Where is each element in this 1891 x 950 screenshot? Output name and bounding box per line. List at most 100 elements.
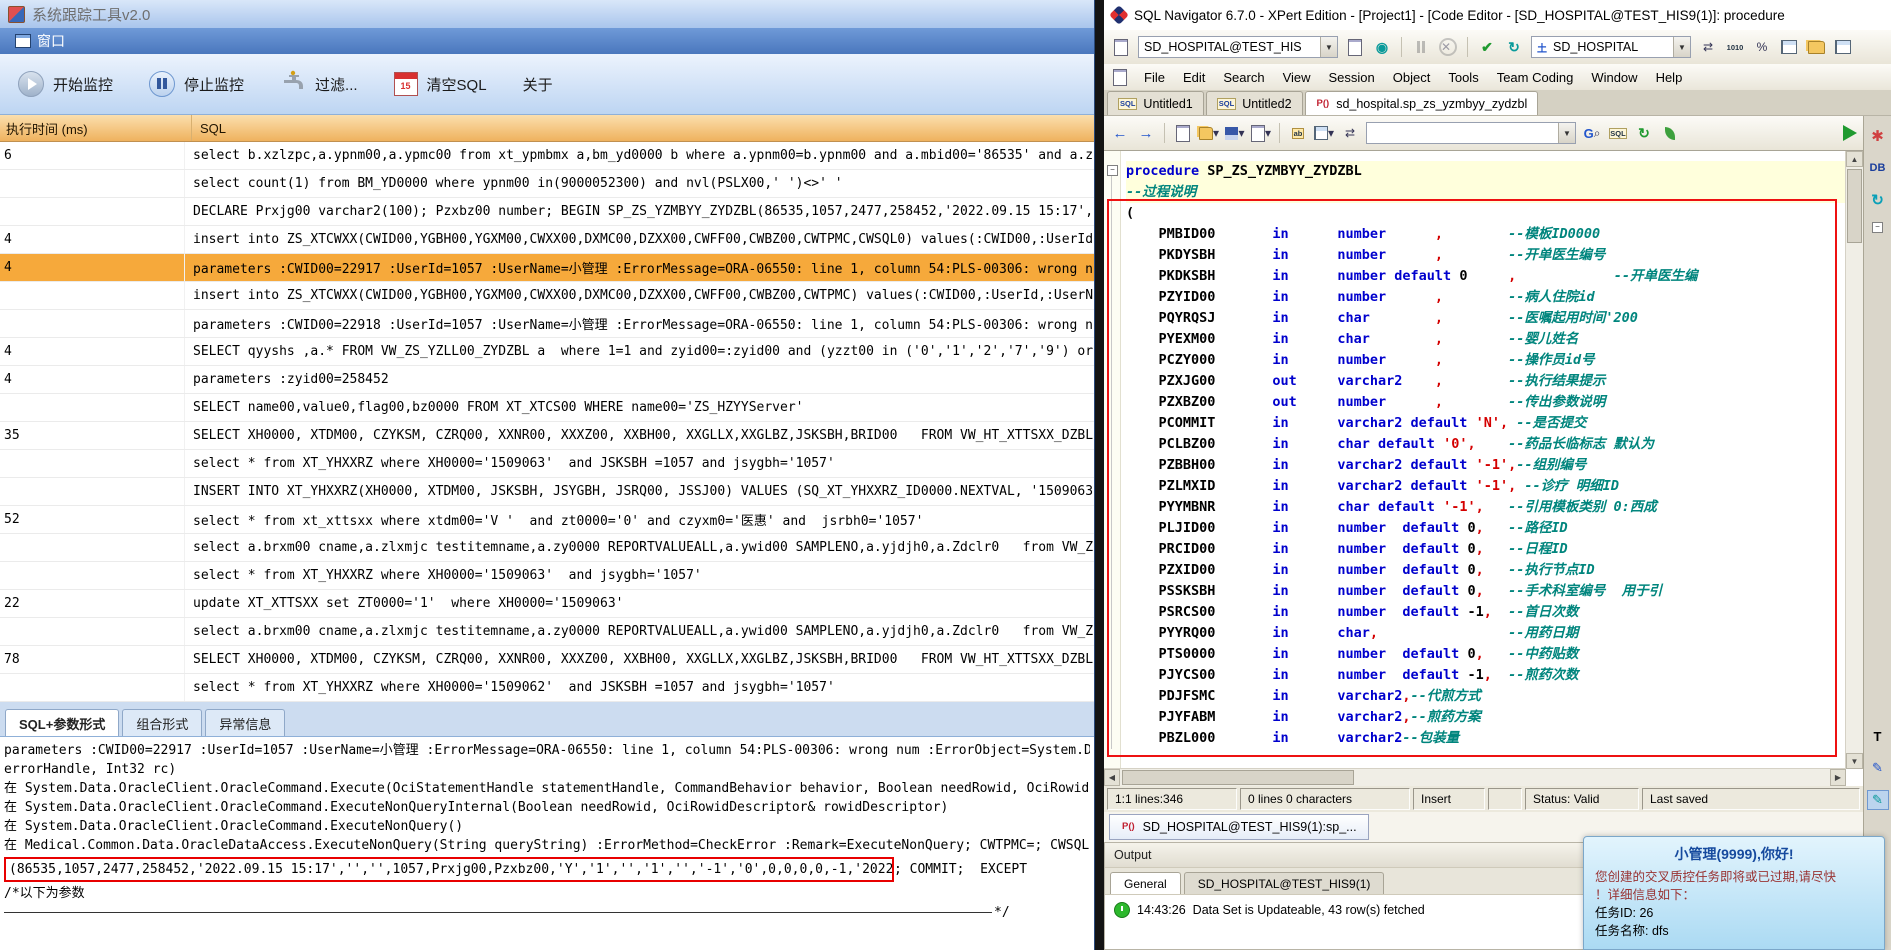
db-navigator-icon[interactable]: DB [1867, 158, 1889, 178]
menu-team-coding[interactable]: Team Coding [1488, 66, 1583, 89]
connection-combo[interactable]: SD_HOSPITAL@TEST_HIS ▼ [1138, 36, 1338, 58]
table-row[interactable]: DECLARE Prxjg00 varchar2(100); Pzxbz00 n… [0, 198, 1094, 226]
table-row[interactable]: 22 update XT_XTTSXX set ZT0000='1' where … [0, 590, 1094, 618]
bottom-tab[interactable]: SQL+参数形式 [5, 709, 120, 736]
code-lines[interactable]: procedure SP_ZS_YZMBYY_ZYDZBL --过程说明 ( PMB… [1121, 151, 1846, 769]
table-row[interactable]: insert into ZS_XTCWXX(CWID00,YGBH00,YGXM… [0, 282, 1094, 310]
menu-window[interactable]: Window [1582, 66, 1646, 89]
left-window-title: 系统跟踪工具v2.0 [32, 6, 151, 24]
fold-collapse-icon[interactable]: − [1107, 165, 1118, 176]
rollback-icon[interactable]: ↻ [1504, 37, 1524, 57]
refresh-green-icon[interactable]: ↻ [1634, 123, 1654, 143]
menu-session[interactable]: Session [1320, 66, 1384, 89]
table-row[interactable]: select count(1) from BM_YD0000 where ypn… [0, 170, 1094, 198]
table-grid-icon[interactable] [1779, 37, 1799, 57]
find-icon[interactable]: ab [1288, 123, 1308, 143]
clear-sql-button[interactable]: 清空SQL [393, 72, 487, 96]
output-tab[interactable]: SD_HOSPITAL@TEST_HIS9(1) [1183, 872, 1385, 894]
sql-scroll-icon[interactable]: SQL [1608, 123, 1628, 143]
share-doc-icon[interactable] [1345, 37, 1365, 57]
table-row[interactable]: 78 SELECT XH0000, XTDM00, CZYKSM, CZRQ00,… [0, 646, 1094, 674]
code-search-combo[interactable]: ▼ [1366, 122, 1576, 144]
menu-edit[interactable]: Edit [1174, 66, 1214, 89]
commit-icon[interactable]: ✔ [1477, 37, 1497, 57]
table-row[interactable]: select * from XT_YHXXRZ where XH0000='15… [0, 562, 1094, 590]
chevron-down-icon[interactable]: ▼ [1558, 123, 1575, 143]
globe-icon[interactable]: ◉ [1372, 37, 1392, 57]
scrollbar-thumb[interactable] [1122, 770, 1354, 785]
scroll-down-arrow[interactable]: ▼ [1846, 753, 1863, 769]
code-editor[interactable]: − procedure SP_ZS_YZMBYY_ZYDZBL --过程说明 ( P… [1104, 150, 1863, 786]
analyze-icon[interactable]: % [1752, 37, 1772, 57]
table-row[interactable]: 6 select b.xzlzpc,a.ypnm00,a.ypmc00 from … [0, 142, 1094, 170]
scroll-left-arrow[interactable]: ◀ [1104, 769, 1120, 786]
wizard-star-icon[interactable]: ✱ [1867, 126, 1889, 146]
collapse-strip-icon[interactable]: − [1872, 222, 1883, 233]
execute-icon[interactable] [1843, 125, 1857, 141]
menu-view[interactable]: View [1274, 66, 1320, 89]
stop-monitor-button[interactable]: 停止监控 [149, 71, 244, 97]
vertical-scrollbar[interactable]: ▲ ▼ [1845, 151, 1863, 769]
filter-button[interactable]: 过滤... [280, 70, 358, 98]
binary-grid-icon[interactable]: 1010 [1725, 37, 1745, 57]
open-file-icon[interactable]: ▾ [1199, 123, 1219, 143]
table-row[interactable]: 35 SELECT XH0000, XTDM00, CZYKSM, CZRQ00,… [0, 422, 1094, 450]
menu-file[interactable]: File [1135, 66, 1174, 89]
chevron-down-icon[interactable]: ▼ [1320, 37, 1337, 57]
session-task-tab[interactable]: P() SD_HOSPITAL@TEST_HIS9(1):sp_... [1109, 814, 1369, 840]
new-doc-icon[interactable] [1173, 123, 1193, 143]
leaf-icon[interactable] [1660, 123, 1680, 143]
about-button[interactable]: 关于 [523, 74, 553, 95]
table-row[interactable]: 4 SELECT qyyshs ,a.* FROM VW_ZS_YZLL00_ZY… [0, 338, 1094, 366]
chevron-down-icon[interactable]: ▼ [1673, 37, 1690, 57]
bottom-tab[interactable]: 组合形式 [122, 709, 203, 736]
scroll-up-arrow[interactable]: ▲ [1846, 151, 1863, 167]
menu-tools[interactable]: Tools [1439, 66, 1487, 89]
goto-definition-icon[interactable]: G ⌕ [1582, 123, 1602, 143]
menu-search[interactable]: Search [1214, 66, 1273, 89]
table-row[interactable]: 52 select * from xt_xttsxx where xtdm00='… [0, 506, 1094, 534]
column-header-sql[interactable]: SQL [192, 121, 226, 136]
table-row[interactable]: select * from XT_YHXXRZ where XH0000='15… [0, 450, 1094, 478]
table-row[interactable]: parameters :CWID00=22918 :UserId=1057 :U… [0, 310, 1094, 338]
back-icon[interactable]: ← [1110, 123, 1130, 143]
table-row[interactable]: 4 insert into ZS_XTCWXX(CWID00,YGBH00,YGX… [0, 226, 1094, 254]
session-doc-icon[interactable] [1111, 37, 1131, 57]
edit-layers-teal-icon[interactable]: ✎ [1866, 790, 1889, 810]
detach-window-icon[interactable] [1833, 37, 1853, 57]
notification-popup[interactable]: 小管理(9999),你好! 您创建的交叉质控任务即将或已过期,请尽快 ！详细信息… [1583, 836, 1885, 950]
table-row[interactable]: INSERT INTO XT_YHXXRZ(XH0000, XTDM00, JS… [0, 478, 1094, 506]
table-row[interactable]: select a.brxm00 cname,a.zlxmjc testitemn… [0, 534, 1094, 562]
bottom-tab[interactable]: 异常信息 [205, 709, 286, 736]
edit-layers-blue-icon[interactable]: ✎ [1867, 758, 1889, 778]
menu-object[interactable]: Object [1384, 66, 1440, 89]
table-row[interactable]: select * from XT_YHXXRZ where XH0000='15… [0, 674, 1094, 702]
columns-icon[interactable]: ▾ [1314, 123, 1334, 143]
schema-combo[interactable]: 土 SD_HOSPITAL ▼ [1531, 36, 1691, 58]
horizontal-scrollbar[interactable]: ◀ ▶ [1104, 768, 1846, 786]
column-header-duration[interactable]: 执行时间 (ms) [0, 115, 192, 141]
menu-window[interactable]: 窗口 [6, 29, 74, 53]
table-row[interactable]: 4 parameters :zyid00=258452 [0, 366, 1094, 394]
start-monitor-button[interactable]: 开始监控 [18, 71, 113, 97]
doc-tab[interactable]: SQL Untitled1 [1107, 91, 1204, 115]
table-row[interactable]: SELECT name00,value0,flag00,bz0000 FROM … [0, 394, 1094, 422]
template-icon[interactable]: T [1867, 726, 1889, 746]
forward-icon[interactable]: → [1136, 123, 1156, 143]
output-tab[interactable]: General [1110, 872, 1181, 894]
pause-session-icon[interactable] [1411, 37, 1431, 57]
save-icon[interactable]: ▾ [1225, 123, 1245, 143]
folder-export-icon[interactable] [1806, 37, 1826, 57]
scroll-right-arrow[interactable]: ▶ [1830, 769, 1846, 786]
table-row[interactable]: 4 parameters :CWID00=22917 :UserId=1057 :… [0, 254, 1094, 282]
doc-tab[interactable]: P() sd_hospital.sp_zs_yzmbyy_zydzbl [1304, 91, 1539, 115]
doc-tab[interactable]: SQL Untitled2 [1205, 91, 1303, 115]
scrollbar-thumb[interactable] [1847, 169, 1862, 243]
cancel-session-icon[interactable]: ✕ [1438, 37, 1458, 57]
menu-help[interactable]: Help [1647, 66, 1692, 89]
export-icon[interactable]: ▾ [1251, 123, 1271, 143]
compare-icon[interactable]: ⇄ [1340, 123, 1360, 143]
table-row[interactable]: select a.brxm00 cname,a.zlxmjc testitemn… [0, 618, 1094, 646]
auto-refresh-icon[interactable]: ↻ [1867, 190, 1889, 210]
user-switch-icon[interactable]: ⇄ [1698, 37, 1718, 57]
